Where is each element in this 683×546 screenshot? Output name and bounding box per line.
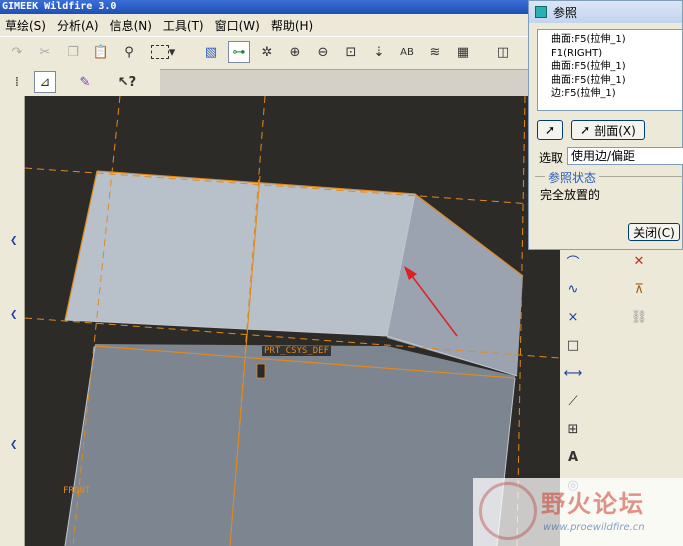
status-group-label: 参照状态	[545, 169, 600, 186]
trim-tool-icon[interactable]: ✕	[628, 250, 650, 272]
reference-list[interactable]: 曲面:F5(拉伸_1) F1(RIGHT) 曲面:F5(拉伸_1) 曲面:F5(…	[537, 29, 682, 111]
expand-left-icon[interactable]: ❮	[10, 310, 18, 320]
watermark-logo	[479, 482, 537, 540]
constraint-tool-icon[interactable]: ⊞	[562, 418, 584, 440]
sketch-view-icon[interactable]: ▧	[200, 41, 222, 63]
reference-dialog: 参照 曲面:F5(拉伸_1) F1(RIGHT) 曲面:F5(拉伸_1) 曲面:…	[528, 0, 683, 250]
point-tool-icon[interactable]: ×	[562, 306, 584, 328]
spin-center-icon[interactable]: ✲	[256, 41, 278, 63]
model-tree-icon[interactable]: ▦	[452, 41, 474, 63]
list-item[interactable]: 曲面:F5(拉伸_1)	[551, 74, 682, 88]
left-panel-strip: ❮ ❮ ❮	[0, 96, 25, 546]
redo-icon[interactable]: ↷	[6, 41, 28, 63]
dimension-tool-icon[interactable]: ⟷	[562, 362, 584, 384]
dialog-titlebar[interactable]: 参照	[529, 1, 682, 23]
dialog-title: 参照	[553, 5, 578, 20]
menu-analysis[interactable]: 分析(A)	[57, 17, 99, 34]
datum-front-label: FRONT	[63, 486, 91, 496]
select-mode-field[interactable]: 使用边/偏距	[567, 147, 683, 165]
watermark-url: www.proewildfire.cn	[543, 522, 645, 533]
zoom-out-icon[interactable]: ⊖	[312, 41, 334, 63]
section-button-label: 剖面(X)	[594, 123, 636, 138]
constraint-icon[interactable]: ⊶	[228, 41, 250, 63]
reorient-icon[interactable]: ⇣	[368, 41, 390, 63]
grid-icon[interactable]: ⁞	[6, 71, 28, 93]
menu-help[interactable]: 帮助(H)	[271, 17, 313, 34]
paste-icon[interactable]: 📋	[90, 41, 112, 63]
expand-left-icon[interactable]: ❮	[10, 236, 18, 246]
front-face	[65, 344, 515, 546]
view-cube-icon[interactable]: ◫	[492, 41, 514, 63]
sketch-plane-icon[interactable]: ⊿	[34, 71, 56, 93]
menu-tools[interactable]: 工具(T)	[163, 17, 204, 34]
offset-tool-icon[interactable]: □	[562, 334, 584, 356]
watermark-text: 野火论坛	[541, 490, 645, 518]
close-button[interactable]: 关闭(C)	[628, 223, 680, 241]
top-face	[65, 171, 415, 336]
copy-icon[interactable]: ❐	[62, 41, 84, 63]
find-icon[interactable]: ⚲	[118, 41, 140, 63]
list-item[interactable]: 曲面:F5(拉伸_1)	[551, 33, 682, 47]
forum-watermark: 野火论坛 www.proewildfire.cn	[473, 478, 683, 546]
menubar: 草绘(S) 分析(A) 信息(N) 工具(T) 窗口(W) 帮助(H)	[0, 14, 530, 36]
menu-info[interactable]: 信息(N)	[110, 17, 152, 34]
sketch-setup-icon[interactable]: ✎	[74, 71, 96, 93]
cut-icon[interactable]: ✂	[34, 41, 56, 63]
select-box-icon[interactable]: ▾	[146, 41, 180, 63]
mirror-tool-icon[interactable]: ⊼	[628, 278, 650, 300]
menu-sketch[interactable]: 草绘(S)	[5, 17, 46, 34]
section-button[interactable]: ➚ 剖面(X)	[571, 120, 645, 140]
refit-icon[interactable]: ⊡	[340, 41, 362, 63]
spline-tool-icon[interactable]: ∿	[562, 278, 584, 300]
dialog-app-icon	[535, 6, 547, 18]
expand-left-icon[interactable]: ❮	[10, 440, 18, 450]
zoom-in-icon[interactable]: ⊕	[284, 41, 306, 63]
modify-dim-icon[interactable]: ⟋	[562, 390, 584, 412]
modify-tool-icon[interactable]: ⛓	[628, 306, 650, 328]
datum-display-icon[interactable]: AB	[396, 41, 418, 63]
status-text: 完全放置的	[540, 188, 601, 202]
list-item[interactable]: 曲面:F5(拉伸_1)	[551, 60, 682, 74]
cursor-arrow-icon: ➚	[580, 123, 591, 137]
secondary-toolbar: ⁞ ⊿ ✎ ↖?	[0, 68, 160, 96]
csys-label: PRT_CSYS_DEF	[262, 346, 332, 356]
whats-this-icon[interactable]: ↖?	[116, 71, 138, 93]
select-label: 选取	[539, 151, 564, 165]
menu-window[interactable]: 窗口(W)	[215, 17, 260, 34]
layer-icon[interactable]: ≋	[424, 41, 446, 63]
list-item[interactable]: 边:F5(拉伸_1)	[551, 87, 682, 101]
text-tool-icon[interactable]: A	[562, 446, 584, 468]
cursor-arrow-icon: ➚	[544, 123, 556, 137]
main-toolbar: ↷ ✂ ❐ 📋 ⚲ ▾ ▧ ⊶ ✲ ⊕ ⊖ ⊡ ⇣ AB ≋ ▦ ◫	[0, 36, 530, 70]
arc-tool-icon[interactable]: ⌒	[562, 250, 584, 272]
list-item[interactable]: F1(RIGHT)	[551, 47, 682, 61]
pick-reference-button[interactable]: ➚	[537, 120, 563, 140]
